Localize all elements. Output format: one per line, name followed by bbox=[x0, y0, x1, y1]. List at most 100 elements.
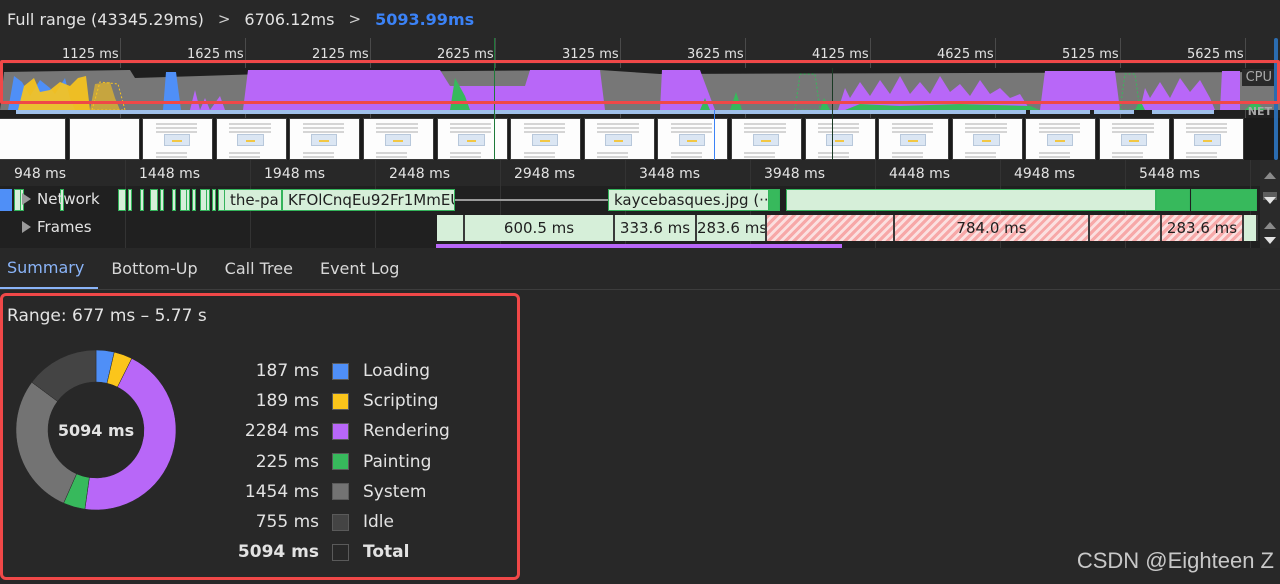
screenshot-thumbnail[interactable] bbox=[878, 118, 950, 160]
scroll-up-icon[interactable] bbox=[1264, 172, 1276, 179]
screenshot-thumbnail[interactable] bbox=[142, 118, 214, 160]
frame-bar-dropped[interactable]: 283.6 ms bbox=[1162, 215, 1244, 241]
net-request-bar[interactable] bbox=[192, 189, 196, 211]
expand-triangle-icon[interactable] bbox=[22, 221, 31, 233]
timeline-tick-label: 1948 ms bbox=[264, 166, 326, 182]
screenshot-thumbnail[interactable] bbox=[657, 118, 729, 160]
net-request-bar[interactable] bbox=[206, 189, 210, 211]
breadcrumb-full-range[interactable]: Full range (43345.29ms) bbox=[7, 10, 204, 29]
thumb-text-line bbox=[1038, 127, 1081, 129]
thumb-text-line bbox=[597, 131, 639, 133]
thumb-text-line bbox=[744, 123, 786, 125]
thumb-text-line bbox=[1186, 131, 1228, 133]
thumb-text-line bbox=[376, 127, 418, 129]
thumb-text-line bbox=[1112, 131, 1154, 133]
overview-tick-label: 2125 ms bbox=[312, 47, 369, 62]
screenshot-thumbnail[interactable] bbox=[1025, 118, 1097, 160]
thumb-text-line bbox=[1186, 156, 1218, 158]
thumb-text-line bbox=[229, 152, 261, 154]
timeline-overview[interactable]: 1125 ms 1625 ms 2125 ms 2625 ms 3125 ms 3625 … bbox=[0, 38, 1280, 160]
frame-bar[interactable] bbox=[437, 215, 465, 241]
thumb-text-line bbox=[450, 156, 482, 158]
net-request-bar[interactable] bbox=[118, 189, 126, 211]
net-request-bar[interactable] bbox=[1191, 189, 1257, 211]
thumb-image bbox=[752, 134, 779, 147]
legend-name: Total bbox=[363, 542, 410, 563]
legend-swatch-rendering bbox=[332, 422, 349, 440]
timeline-tick-label: 1448 ms bbox=[139, 166, 201, 182]
timeline-tracks[interactable]: 948 ms 1448 ms 1948 ms 2448 ms 2948 ms 3448 m… bbox=[0, 160, 1280, 248]
tab-summary[interactable]: Summary bbox=[0, 248, 99, 289]
frame-bar-dropped[interactable]: 784.0 ms bbox=[895, 215, 1090, 241]
timeline-tick-label: 2948 ms bbox=[514, 166, 576, 182]
summary-legend: 187 ms Loading 189 ms Scripting 2284 ms … bbox=[223, 356, 450, 567]
network-track-header[interactable]: Network bbox=[22, 190, 100, 208]
breadcrumb-range-2[interactable]: 6706.12ms bbox=[244, 10, 334, 29]
frame-bar[interactable]: 600.5 ms bbox=[465, 215, 615, 241]
net-request-bar[interactable] bbox=[786, 189, 1156, 211]
net-request-bar[interactable] bbox=[128, 189, 132, 211]
screenshot-thumbnail[interactable] bbox=[510, 118, 582, 160]
thumb-text-line bbox=[450, 123, 492, 125]
timeline-tick-label: 4448 ms bbox=[889, 166, 951, 182]
marker-line-green bbox=[494, 38, 495, 160]
thumb-text-line bbox=[523, 156, 555, 158]
frame-bar-dropped[interactable] bbox=[767, 215, 895, 241]
screenshot-thumbnail[interactable] bbox=[289, 118, 361, 160]
thumb-image bbox=[163, 134, 191, 147]
legend-name: Rendering bbox=[363, 421, 450, 442]
overview-tick-label: 1125 ms bbox=[62, 47, 119, 62]
net-request-bar[interactable] bbox=[768, 189, 780, 211]
summary-panel: Range: 677 ms – 5.77 s 5094 ms 187 ms Lo… bbox=[0, 293, 520, 580]
screenshot-thumbnail[interactable] bbox=[1172, 118, 1244, 160]
screenshots-filmstrip[interactable] bbox=[0, 118, 1280, 160]
overview-tick-label: 1625 ms bbox=[187, 47, 244, 62]
thumb-text-line bbox=[1112, 127, 1154, 129]
tab-bottom-up[interactable]: Bottom-Up bbox=[104, 248, 211, 289]
breadcrumb-current-range[interactable]: 5093.99ms bbox=[375, 10, 474, 29]
overview-tick-label: 2625 ms bbox=[437, 47, 494, 62]
net-request-bar[interactable] bbox=[150, 189, 158, 211]
screenshot-thumbnail[interactable] bbox=[215, 118, 287, 160]
overview-range-handle-right[interactable] bbox=[1274, 38, 1278, 160]
net-request-bar[interactable]: the-pa bbox=[224, 189, 282, 211]
scroll-up-icon[interactable] bbox=[1264, 222, 1276, 229]
net-request-bar[interactable]: KFOlCnqEu92Fr1MmEU bbox=[282, 189, 455, 211]
screenshot-thumbnail[interactable] bbox=[731, 118, 802, 160]
net-request-bar[interactable] bbox=[172, 189, 176, 211]
frame-bar[interactable] bbox=[1244, 215, 1258, 241]
screenshot-thumbnail[interactable] bbox=[1099, 118, 1170, 160]
net-request-bar[interactable] bbox=[160, 189, 164, 211]
net-request-bar[interactable] bbox=[140, 189, 144, 211]
net-request-bar[interactable] bbox=[212, 189, 216, 211]
tab-event-log[interactable]: Event Log bbox=[313, 248, 414, 289]
breadcrumb-separator: > bbox=[217, 10, 231, 28]
thumb-text-line bbox=[965, 127, 1007, 129]
timeline-scrollbar[interactable] bbox=[1260, 160, 1280, 248]
thumb-text-line bbox=[818, 131, 860, 133]
network-track[interactable]: the-pa KFOlCnqEu92Fr1MmEU kaycebasques.j… bbox=[0, 187, 1260, 213]
net-request-bar[interactable] bbox=[186, 189, 190, 211]
screenshot-thumbnail[interactable] bbox=[363, 118, 434, 160]
scroll-down-icon[interactable] bbox=[1264, 197, 1276, 204]
tab-call-tree[interactable]: Call Tree bbox=[218, 248, 307, 289]
cpu-rendering-area bbox=[1040, 71, 1120, 110]
screenshot-thumbnail[interactable] bbox=[68, 118, 140, 160]
legend-row-scripting: 189 ms Scripting bbox=[223, 386, 450, 416]
frame-bar-dropped[interactable] bbox=[1090, 215, 1162, 241]
net-request-bar[interactable]: kaycebasques.jpg (··· bbox=[608, 189, 778, 211]
screenshot-thumbnail[interactable] bbox=[583, 118, 655, 160]
frames-track-header[interactable]: Frames bbox=[22, 218, 92, 236]
frame-bar[interactable]: 283.6 ms bbox=[697, 215, 767, 241]
timeline-tick-label: 948 ms bbox=[14, 166, 67, 182]
legend-value: 2284 ms bbox=[244, 421, 319, 442]
scroll-down-icon[interactable] bbox=[1264, 237, 1276, 244]
frame-bar[interactable]: 333.6 ms bbox=[615, 215, 697, 241]
screenshot-thumbnail[interactable] bbox=[951, 118, 1023, 160]
screenshot-thumbnail[interactable] bbox=[804, 118, 876, 160]
frames-track[interactable]: Frames 600.5 ms 333.6 ms 283.6 ms 784.0 … bbox=[0, 214, 1260, 242]
screenshot-thumbnail[interactable] bbox=[0, 118, 66, 160]
screenshot-thumbnail[interactable] bbox=[436, 118, 508, 160]
expand-triangle-icon[interactable] bbox=[22, 193, 31, 205]
net-request-bar[interactable] bbox=[1156, 189, 1190, 211]
